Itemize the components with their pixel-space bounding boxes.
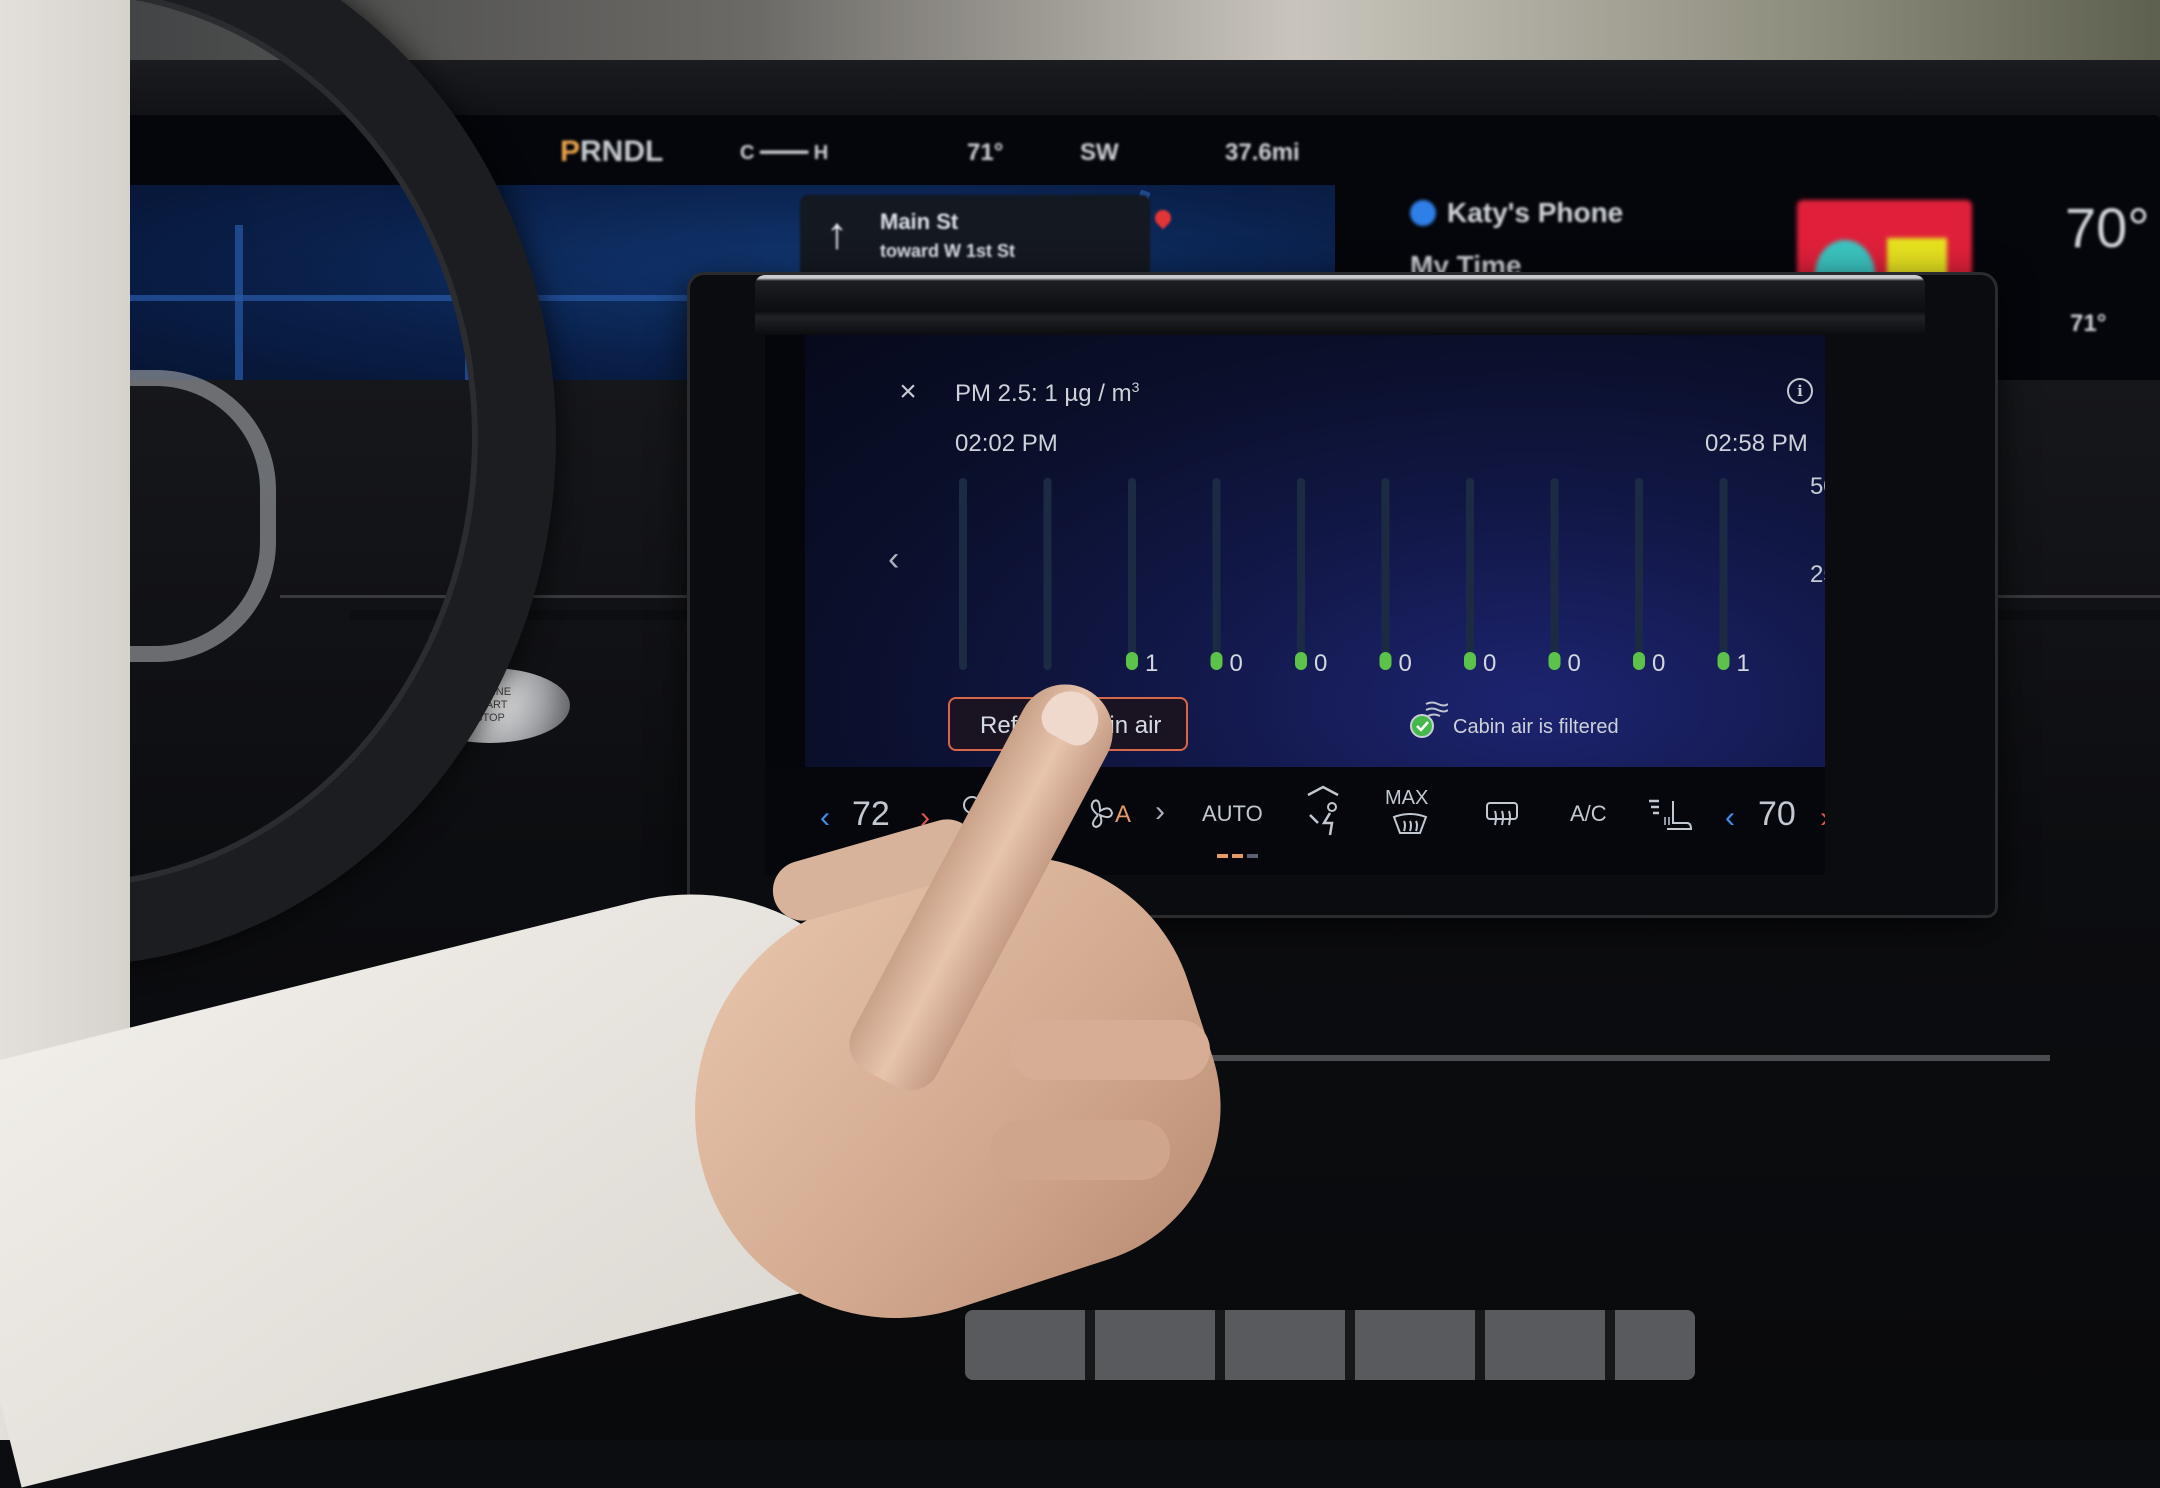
bar-10[interactable]: [1717, 652, 1730, 670]
gear-selector: PRNDL: [560, 135, 664, 168]
bar-3[interactable]: [1126, 652, 1138, 670]
y-tick-label: 500: [1810, 473, 1825, 500]
passenger-temp: 70: [1758, 795, 1796, 833]
bar-track: [1719, 478, 1728, 670]
bar-track: [1466, 478, 1474, 670]
y-tick-label: 250: [1810, 561, 1825, 588]
bar-value-label: 0: [1652, 650, 1665, 677]
bar-value-label: 0: [1399, 650, 1412, 677]
auto-level-indicator: [1217, 845, 1262, 863]
bar-6[interactable]: [1379, 652, 1392, 670]
chevron-left-icon[interactable]: ‹: [888, 540, 899, 579]
bar-value-label: 0: [1483, 650, 1496, 677]
straight-arrow-icon: ↑: [826, 209, 848, 258]
rear-defrost-icon[interactable]: [1485, 801, 1519, 831]
bar-track: [1043, 478, 1052, 670]
bar-8[interactable]: [1548, 652, 1561, 670]
connected-phone: Katy's Phone: [1447, 197, 1624, 228]
bar-track: [1381, 478, 1390, 670]
outside-temperature: 71°: [967, 139, 1004, 166]
passenger-seat-heat-icon[interactable]: [1647, 797, 1697, 835]
bar-value-label: 0: [1230, 650, 1243, 677]
passenger-temp-up[interactable]: ›: [1820, 801, 1825, 835]
fan-speed-up[interactable]: ›: [1155, 795, 1165, 829]
curled-finger: [1010, 1020, 1210, 1080]
bar-track: [959, 478, 967, 670]
fan-icon[interactable]: [1083, 797, 1113, 833]
bar-track: [1297, 478, 1305, 670]
turn-by-turn-card: ↑ Main St toward W 1st St: [800, 195, 1150, 285]
bar-4[interactable]: [1210, 652, 1223, 670]
pm25-bar-chart: 100000015002500: [959, 473, 1825, 677]
bar-value-label: 1: [1145, 650, 1158, 677]
passenger-temp-down[interactable]: ‹: [1725, 801, 1735, 835]
driver-temp: 72: [852, 795, 890, 833]
driver-temp-down[interactable]: ‹: [820, 801, 830, 835]
air-quality-panel: × PM 2.5: 1 µg / m3 i 02:02 PM 02:58 PM …: [805, 335, 1825, 767]
chart-start-time: 02:02 PM: [955, 430, 1058, 457]
info-icon[interactable]: i: [1787, 378, 1813, 404]
nav-street: Main St: [880, 209, 959, 234]
range-readout: 37.6mi: [1225, 139, 1300, 166]
bar-value-label: 0: [1568, 650, 1581, 677]
outside-temp-small: 71°: [2070, 310, 2107, 337]
bar-track: [1550, 478, 1559, 670]
pm25-title: PM 2.5: 1 µg / m3: [955, 379, 1139, 408]
compass-heading: SW: [1080, 139, 1119, 166]
pm25-value: 1 µg / m: [1044, 380, 1132, 407]
auto-climate-button[interactable]: AUTO: [1202, 801, 1263, 827]
bar-track: [1635, 478, 1643, 670]
bar-7[interactable]: [1464, 652, 1476, 670]
pm25-unit-exponent: 3: [1131, 379, 1140, 395]
max-defrost-label: MAX: [1385, 787, 1429, 809]
infotainment-screen: × PM 2.5: 1 µg / m3 i 02:02 PM 02:58 PM …: [765, 335, 1825, 875]
bar-track: [1128, 478, 1136, 670]
bar-value-label: 0: [1314, 650, 1327, 677]
bar-value-label: 1: [1737, 650, 1750, 677]
climate-setpoint-large: 70°: [2065, 196, 2150, 259]
bar-5[interactable]: [1295, 652, 1307, 670]
close-icon[interactable]: ×: [893, 377, 923, 407]
curled-finger: [990, 1120, 1170, 1180]
screen-bezel-top: [755, 275, 1925, 335]
chart-end-time: 02:58 PM: [1705, 430, 1808, 457]
bluetooth-icon: [1410, 200, 1436, 226]
max-defrost-icon[interactable]: [1390, 813, 1430, 839]
nav-direction: toward W 1st St: [880, 241, 1016, 261]
bar-track: [1212, 478, 1221, 670]
filter-check-icon: [1410, 701, 1448, 738]
pm25-label: PM 2.5:: [955, 380, 1045, 407]
airflow-mode-icon[interactable]: [1300, 785, 1346, 841]
cabin-filter-status: Cabin air is filtered: [1453, 716, 1619, 738]
fan-mode-auto: A: [1115, 801, 1132, 828]
engine-temp-gauge: C ━━━━ H: [740, 142, 829, 164]
console-buttons: [965, 1310, 1695, 1380]
bar-9[interactable]: [1633, 652, 1645, 670]
ac-button[interactable]: A/C: [1570, 801, 1607, 827]
